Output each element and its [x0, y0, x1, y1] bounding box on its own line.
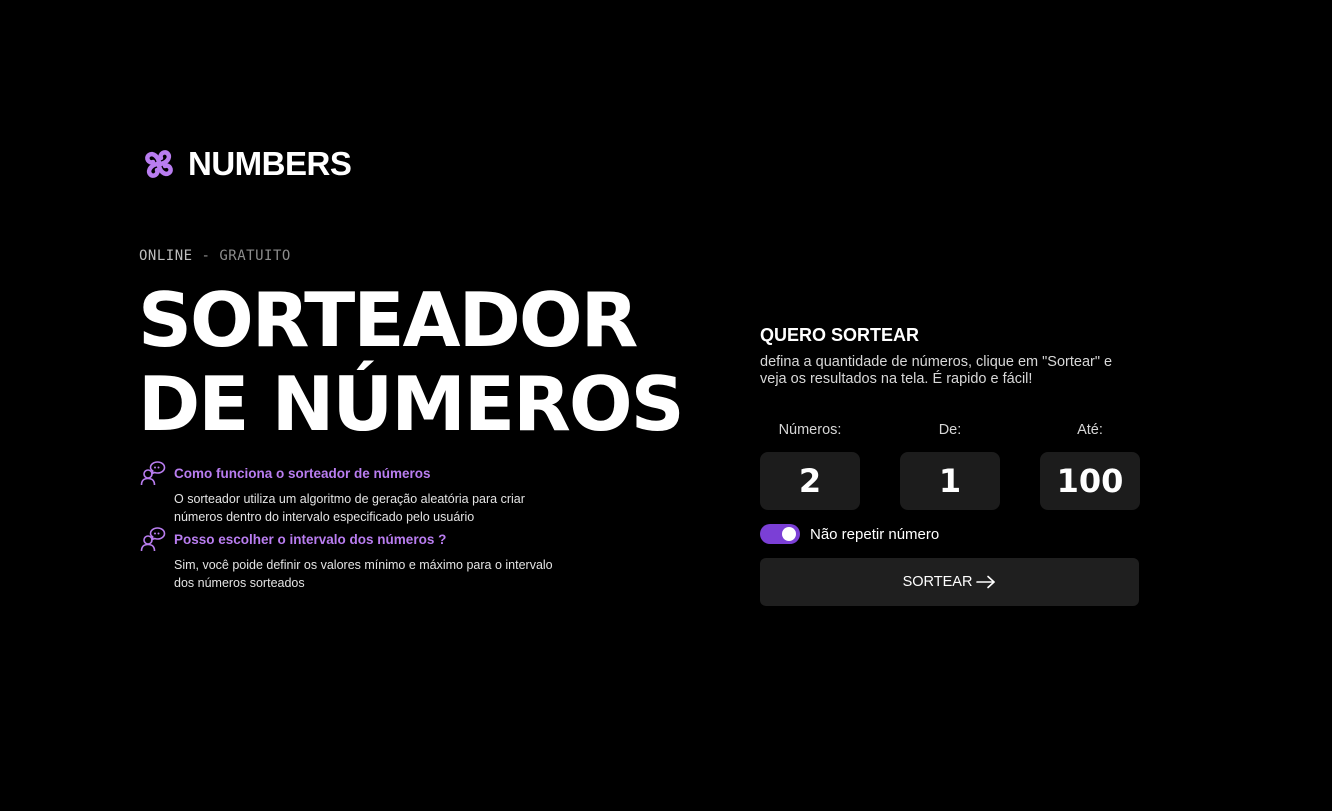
draw-button[interactable]: SORTEAR [760, 558, 1139, 606]
quantity-field: Números: 2 [760, 422, 860, 510]
no-repeat-label[interactable]: Não repetir número [810, 526, 939, 543]
headline-line-2: DE NÚMEROS [138, 360, 685, 448]
numbers-logo-icon [140, 145, 178, 183]
arrow-right-icon [976, 575, 996, 589]
toggle-knob [782, 527, 796, 541]
kicker-free: GRATUITO [219, 248, 291, 264]
headline-line-1: SORTEADOR [138, 276, 638, 364]
max-field: Até: 100 [1040, 422, 1140, 510]
faq-title: Posso escolher o intervalo dos números ? [174, 531, 447, 547]
quantity-input[interactable]: 2 [760, 452, 860, 510]
brand-logo[interactable]: NUMBERS [140, 145, 352, 183]
range-fields: Números: 2 De: 1 Até: 100 [760, 422, 1140, 510]
no-repeat-toggle[interactable] [760, 524, 800, 544]
min-label: De: [938, 422, 962, 438]
faq-item: Como funciona o sorteador de números O s… [140, 460, 560, 526]
faq-body: O sorteador utiliza um algoritmo de gera… [174, 492, 525, 524]
faq-item: Posso escolher o intervalo dos números ?… [140, 526, 560, 592]
chat-people-icon [140, 526, 166, 552]
draw-button-label: SORTEAR [902, 574, 973, 590]
brand-name: NUMBERS [188, 145, 352, 182]
page-title: SORTEADOR DE NÚMEROS [138, 276, 685, 448]
chat-people-icon [140, 460, 166, 486]
faq-body: Sim, você poide definir os valores mínim… [174, 558, 553, 590]
faq-title: Como funciona o sorteador de números [174, 465, 431, 481]
form-description: defina a quantidade de números, clique e… [760, 354, 1113, 387]
max-label: Até: [1077, 422, 1103, 438]
draw-form: QUERO SORTEAR defina a quantidade de núm… [760, 325, 1140, 606]
max-input[interactable]: 100 [1040, 452, 1140, 510]
kicker-separator: - [192, 248, 220, 264]
min-input[interactable]: 1 [900, 452, 1000, 510]
form-title: QUERO SORTEAR [760, 325, 920, 345]
quantity-label: Números: [778, 422, 842, 438]
min-field: De: 1 [900, 422, 1000, 510]
no-repeat-row: Não repetir número [760, 524, 1140, 544]
kicker-online: ONLINE [139, 248, 193, 264]
hero-kicker: ONLINE - GRATUITO [139, 248, 291, 264]
